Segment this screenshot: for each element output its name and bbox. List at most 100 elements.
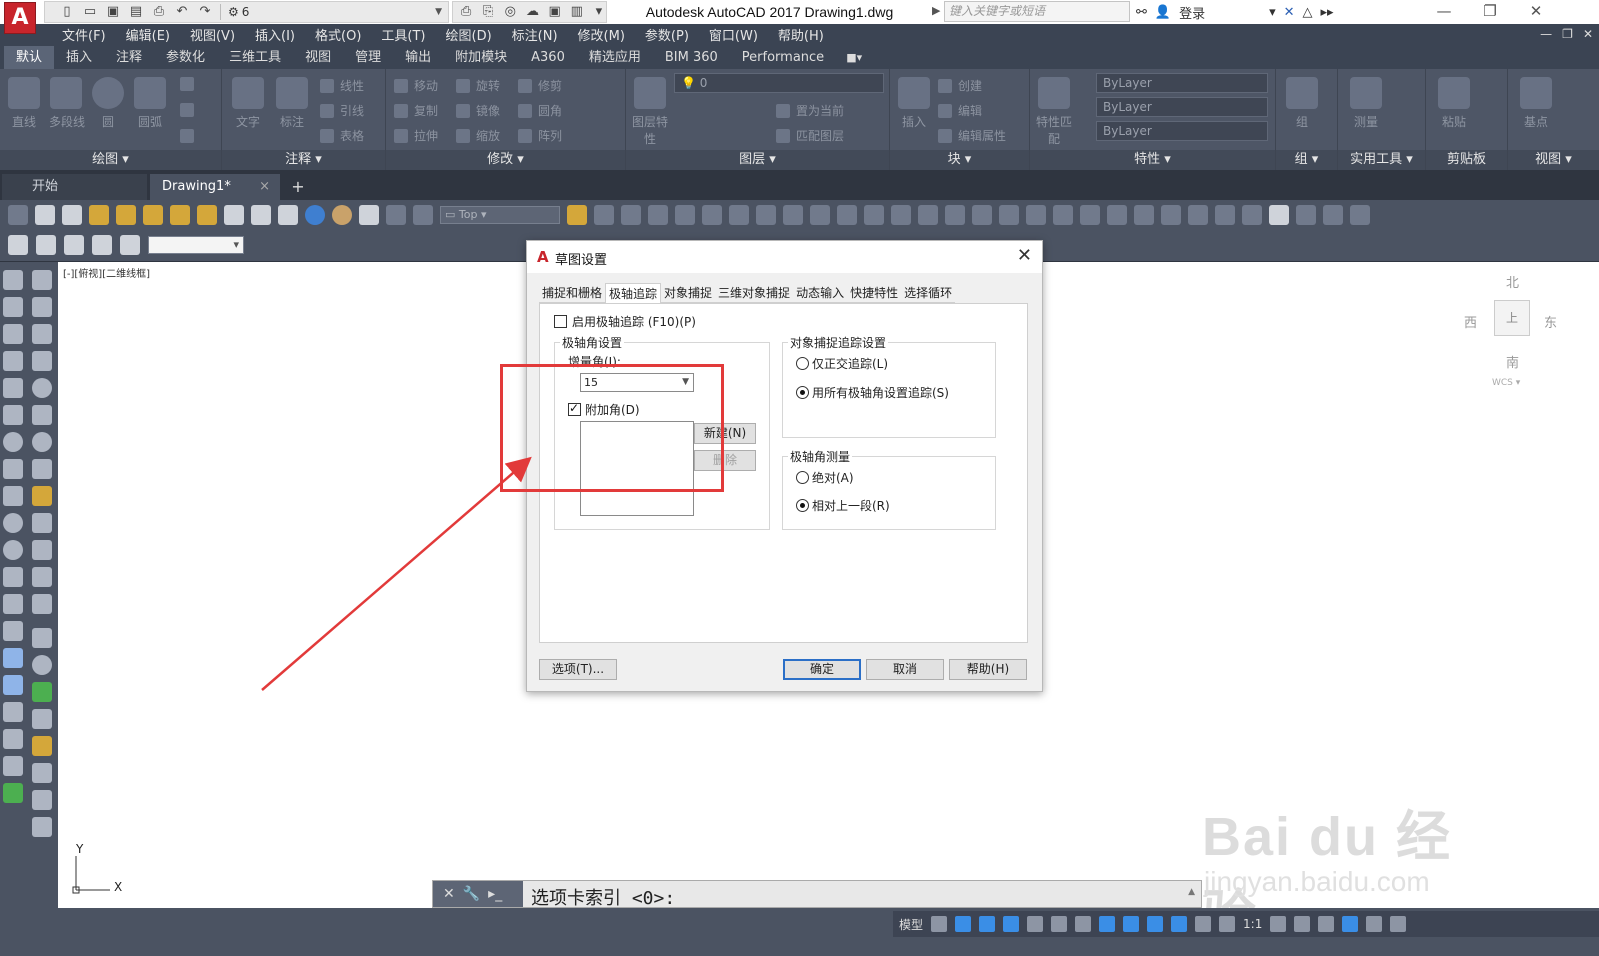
trim-row[interactable]: 修剪 — [518, 77, 562, 94]
palette-dimstyle-icon[interactable] — [32, 790, 52, 810]
wrench-icon[interactable]: 🔧 — [463, 886, 480, 902]
realistic-sphere-icon[interactable] — [332, 204, 352, 225]
relative-last-segment-radio[interactable] — [796, 499, 809, 512]
object-snap-tracking-icon[interactable] — [1075, 916, 1092, 932]
make-current-row[interactable]: 置为当前 — [776, 102, 844, 119]
palette-center-icon[interactable] — [32, 655, 52, 675]
viewcube-east[interactable]: 东 — [1544, 312, 1557, 331]
zoom-realtime-icon[interactable] — [64, 235, 84, 255]
measure-icon[interactable] — [1350, 77, 1382, 109]
scale-tb-icon[interactable] — [756, 204, 776, 225]
offset-icon[interactable] — [648, 204, 668, 225]
tool-d-icon[interactable] — [1296, 204, 1316, 225]
save-as-icon[interactable]: ▤ — [128, 4, 144, 20]
panel-title-utilities[interactable]: 实用工具 ▾ — [1338, 150, 1425, 170]
linetype-combo[interactable]: ByLayer — [1096, 97, 1268, 117]
palette-dim4-icon[interactable] — [32, 594, 52, 614]
plot-icon[interactable]: ⎙ — [459, 4, 473, 20]
infer-constraints-icon[interactable] — [979, 916, 996, 932]
palette-polygon-icon[interactable] — [3, 351, 23, 371]
publish-icon[interactable]: ☁ — [525, 4, 539, 20]
restore-button[interactable]: ❐ — [1467, 0, 1513, 24]
save-icon[interactable]: ▣ — [105, 4, 121, 20]
orthogonal-only-radio[interactable] — [796, 357, 809, 370]
panel-title-view[interactable]: 视图 ▾ — [1508, 150, 1599, 170]
insert-block-icon[interactable] — [898, 77, 930, 109]
close-command-icon[interactable]: ✕ — [443, 886, 455, 902]
palette-dim2-icon[interactable] — [32, 540, 52, 560]
panel-title-layers[interactable]: 图层 ▾ — [626, 150, 889, 170]
palette-dimtedit-icon[interactable] — [32, 763, 52, 783]
command-prompt-icon[interactable]: ▸_ — [488, 886, 502, 902]
help-button[interactable]: 帮助(H) — [949, 659, 1027, 680]
sphere-hidden-icon[interactable] — [278, 204, 298, 225]
blend-icon[interactable] — [999, 204, 1019, 225]
fillet-tb-icon[interactable] — [972, 204, 992, 225]
tab-quick-properties[interactable]: 快捷特性 — [847, 283, 902, 303]
enable-polar-checkbox[interactable] — [554, 315, 567, 328]
move-tb-icon[interactable] — [702, 204, 722, 225]
group-icon[interactable] — [1286, 77, 1318, 109]
tool-e-icon[interactable] — [1323, 204, 1343, 225]
ribbon-tab-output[interactable]: 输出 — [393, 46, 443, 69]
rotate-row[interactable]: 旋转 — [456, 77, 500, 94]
customize-menu-icon[interactable] — [1390, 916, 1407, 932]
palette-line-icon[interactable] — [3, 270, 23, 290]
tab-3d-object-snap[interactable]: 三维对象捕捉 — [715, 283, 794, 303]
tab-selection-cycling[interactable]: 选择循环 — [901, 283, 956, 303]
viewcube-north[interactable]: 北 — [1506, 272, 1519, 291]
ribbon-minimize-toggle[interactable]: ■▾ — [836, 46, 862, 69]
break-at-point-icon[interactable] — [891, 204, 911, 225]
layer-properties-icon[interactable] — [634, 77, 666, 109]
palette-jogged-icon[interactable] — [32, 709, 52, 729]
isodraft-icon[interactable] — [1051, 916, 1068, 932]
color-combo[interactable]: ByLayer — [1096, 73, 1268, 93]
palette-ray-icon[interactable] — [3, 297, 23, 317]
viewcube-west[interactable]: 西 — [1464, 312, 1477, 331]
dimension-radius-icon[interactable] — [116, 204, 136, 225]
ribbon-tab-manage[interactable]: 管理 — [343, 46, 393, 69]
panel-title-block[interactable]: 块 ▾ — [890, 150, 1029, 170]
fillet-row[interactable]: 圆角 — [518, 102, 562, 119]
rectangle-icon[interactable] — [180, 77, 194, 91]
absolute-label[interactable]: 绝对(A) — [812, 469, 854, 486]
ribbon-tab-insert[interactable]: 插入 — [54, 46, 104, 69]
formula-icon[interactable] — [1350, 204, 1370, 225]
palette-grid-icon[interactable] — [32, 351, 52, 371]
menu-window[interactable]: 窗口(W) — [699, 25, 768, 44]
search-input[interactable]: 键入关键字或短语 — [944, 1, 1130, 22]
units-icon[interactable] — [1318, 916, 1335, 932]
table-row-tool[interactable]: 表格 — [320, 127, 364, 144]
tab-start[interactable]: 开始 — [2, 174, 147, 200]
grid-icon[interactable] — [931, 916, 948, 932]
new-tab-button[interactable]: + — [288, 178, 308, 198]
viewport-label[interactable]: [-][俯视][二维线框] — [63, 265, 150, 280]
match-layer-row[interactable]: 匹配图层 — [776, 127, 844, 144]
box-icon[interactable] — [224, 204, 244, 225]
polar-tracking-icon[interactable] — [1027, 916, 1044, 932]
viewcube-top-face[interactable]: 上 — [1494, 300, 1530, 336]
isolate-objects-icon[interactable] — [1342, 916, 1359, 932]
palette-multiline-icon[interactable] — [32, 297, 52, 317]
menu-insert[interactable]: 插入(I) — [245, 25, 305, 44]
transparency-icon[interactable] — [1147, 916, 1164, 932]
palette-table-icon[interactable] — [3, 729, 23, 749]
dropdown-icon[interactable]: ▾ — [1269, 5, 1276, 20]
walk-icon[interactable] — [120, 235, 140, 255]
ribbon-tab-performance[interactable]: Performance — [730, 46, 836, 69]
ok-button[interactable]: 确定 — [783, 659, 861, 680]
chamfer-icon[interactable] — [945, 204, 965, 225]
text-tool-icon[interactable] — [232, 77, 264, 109]
menu-modify[interactable]: 修改(M) — [568, 25, 635, 44]
ucs-world-icon[interactable] — [386, 204, 406, 225]
erase-icon[interactable] — [594, 204, 614, 225]
menu-parametric[interactable]: 参数(P) — [635, 25, 699, 44]
zoom-icon[interactable] — [36, 235, 56, 255]
minimize-button[interactable]: — — [1421, 0, 1467, 24]
command-line[interactable]: ✕ 🔧 ▸_ 选项卡索引 <0>: ▲ — [432, 880, 1202, 909]
menu-tools[interactable]: 工具(T) — [371, 25, 435, 44]
ribbon-tab-bim360[interactable]: BIM 360 — [653, 46, 730, 69]
mdi-close-button[interactable]: ✕ — [1583, 24, 1593, 44]
insert-tb-icon[interactable] — [1134, 204, 1154, 225]
mirror-tb-icon[interactable] — [621, 204, 641, 225]
